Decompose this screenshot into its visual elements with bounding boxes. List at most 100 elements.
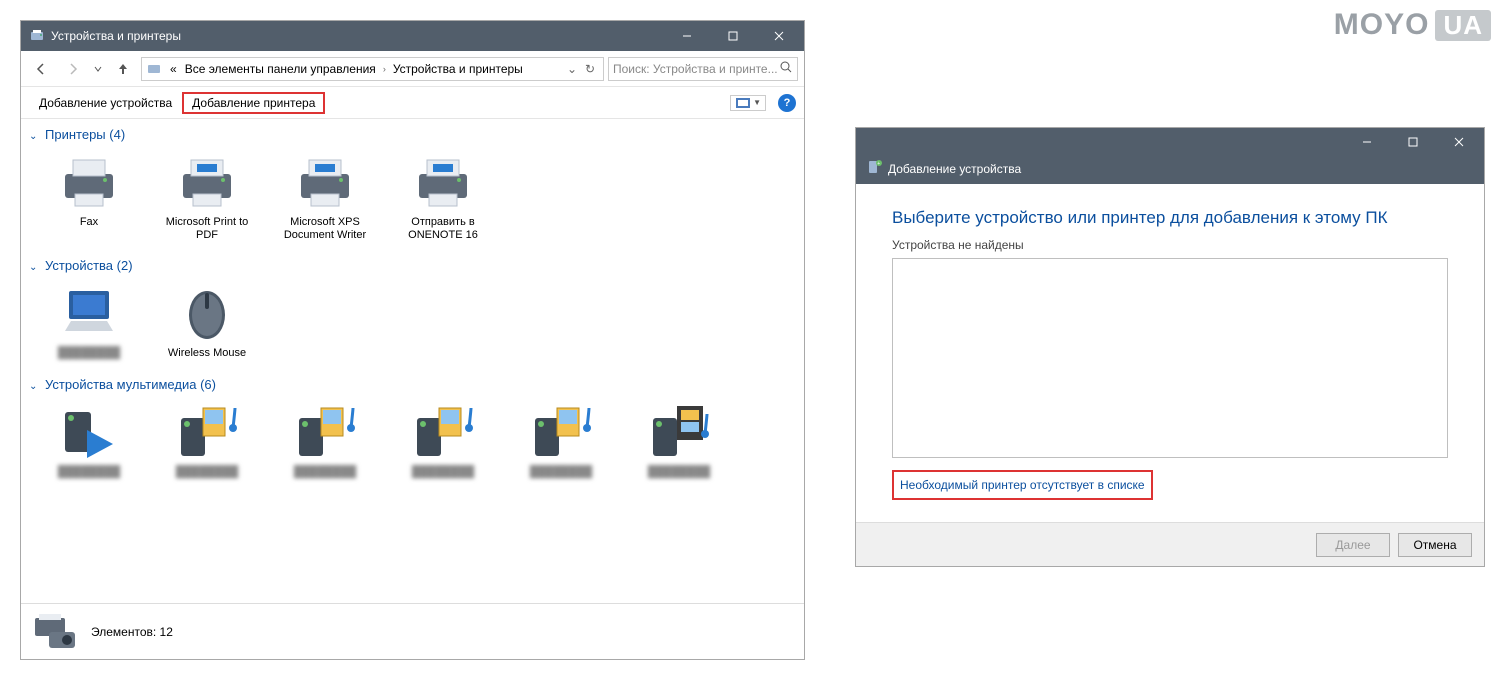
item-label: Wireless Mouse (168, 347, 246, 360)
media-item[interactable]: ████████ (629, 400, 729, 479)
refresh-icon[interactable]: ↻ (581, 62, 599, 76)
item-label: ████████ (294, 466, 356, 479)
dialog-title: Добавление устройства (888, 162, 1021, 176)
close-button[interactable] (756, 21, 802, 51)
item-label: ████████ (648, 466, 710, 479)
status-label: Элементов: (91, 625, 156, 639)
printers-grid: Fax Microsoft Print to PDF Microsoft XPS… (29, 144, 796, 252)
item-label: Microsoft Print to PDF (157, 216, 257, 242)
printer-item[interactable]: Microsoft XPS Document Writer (275, 150, 375, 242)
printer-icon (57, 150, 121, 214)
window-title: Устройства и принтеры (51, 29, 664, 43)
close-button[interactable] (1436, 128, 1482, 156)
media-server-icon (293, 400, 357, 464)
media-item[interactable]: ████████ (511, 400, 611, 479)
maximize-button[interactable] (710, 21, 756, 51)
history-dropdown[interactable] (91, 55, 105, 83)
media-item[interactable]: ████████ (157, 400, 257, 479)
item-label: Отправить в ONENOTE 16 (393, 216, 493, 242)
printer-item[interactable]: Fax (39, 150, 139, 242)
group-title-printers: Принтеры (4) (45, 127, 125, 142)
media-item[interactable]: ████████ (39, 400, 139, 479)
add-device-command[interactable]: Добавление устройства (29, 92, 182, 114)
printer-icon (293, 150, 357, 214)
search-input[interactable]: Поиск: Устройства и принте... (608, 57, 798, 81)
address-dropdown[interactable]: ⌄ (563, 62, 581, 76)
media-server-icon (529, 400, 593, 464)
view-options-button[interactable]: ▼ (730, 95, 766, 111)
dialog-body: Выберите устройство или принтер для доба… (856, 184, 1484, 522)
group-header-devices[interactable]: ⌄ Устройства (2) (29, 252, 796, 275)
dialog-titlebar: + Добавление устройства (856, 128, 1484, 184)
breadcrumb-2[interactable]: Устройства и принтеры (389, 62, 527, 76)
mouse-icon (175, 281, 239, 345)
chevron-down-icon: ⌄ (29, 262, 37, 273)
navigation-row: « Все элементы панели управления › Устро… (21, 51, 804, 87)
devices-grid: ████████ Wireless Mouse (29, 275, 796, 370)
item-label: ████████ (530, 466, 592, 479)
media-server-play-icon (57, 400, 121, 464)
item-label: ████████ (176, 466, 238, 479)
group-title-multimedia: Устройства мультимедиа (6) (45, 377, 216, 392)
maximize-button[interactable] (1390, 128, 1436, 156)
address-icon (146, 61, 162, 77)
brand-suffix: UA (1435, 10, 1491, 41)
minimize-button[interactable] (664, 21, 710, 51)
media-server-icon (411, 400, 475, 464)
device-listbox[interactable] (892, 258, 1448, 458)
media-server-film-icon (647, 400, 711, 464)
search-icon (779, 60, 793, 77)
content-area: ⌄ Принтеры (4) Fax Microsoft Print to PD… (21, 119, 804, 603)
chevron-down-icon: ⌄ (29, 131, 37, 142)
laptop-icon (57, 281, 121, 345)
media-item[interactable]: ████████ (393, 400, 493, 479)
minimize-button[interactable] (1344, 128, 1390, 156)
back-button[interactable] (27, 55, 55, 83)
printer-item[interactable]: Отправить в ONENOTE 16 (393, 150, 493, 242)
help-button[interactable]: ? (778, 94, 796, 112)
forward-button[interactable] (59, 55, 87, 83)
printer-missing-highlight: Необходимый принтер отсутствует в списке (892, 470, 1153, 500)
devices-printers-icon (29, 28, 45, 44)
cancel-button[interactable]: Отмена (1398, 533, 1472, 557)
item-label: Fax (80, 216, 98, 229)
command-bar: Добавление устройства Добавление принтер… (21, 87, 804, 119)
status-bar: Элементов: 12 (21, 603, 804, 659)
item-label: Microsoft XPS Document Writer (275, 216, 375, 242)
search-placeholder: Поиск: Устройства и принте... (613, 62, 779, 76)
group-title-devices: Устройства (2) (45, 258, 133, 273)
item-label: ████████ (58, 347, 120, 360)
dialog-subtext: Устройства не найдены (892, 238, 1448, 252)
group-header-multimedia[interactable]: ⌄ Устройства мультимедиа (6) (29, 371, 796, 394)
group-header-printers[interactable]: ⌄ Принтеры (4) (29, 121, 796, 144)
multimedia-grid: ████████ ████████ ████████ ████████ (29, 394, 796, 489)
next-button[interactable]: Далее (1316, 533, 1390, 557)
printer-item[interactable]: Microsoft Print to PDF (157, 150, 257, 242)
dialog-footer: Далее Отмена (856, 522, 1484, 566)
device-item[interactable]: ████████ (39, 281, 139, 360)
status-count: 12 (160, 625, 173, 639)
chevron-right-icon: › (380, 64, 389, 74)
printer-icon (411, 150, 475, 214)
breadcrumb-1[interactable]: Все элементы панели управления (181, 62, 380, 76)
add-printer-command[interactable]: Добавление принтера (182, 92, 325, 114)
svg-text:+: + (877, 161, 880, 167)
devices-camera-icon (31, 612, 79, 652)
add-device-icon: + (866, 159, 882, 178)
printer-icon (175, 150, 239, 214)
brand-logo: MOYO UA (1334, 8, 1491, 42)
printer-not-listed-link[interactable]: Необходимый принтер отсутствует в списке (900, 478, 1145, 492)
address-bar[interactable]: « Все элементы панели управления › Устро… (141, 57, 604, 81)
up-button[interactable] (109, 55, 137, 83)
media-item[interactable]: ████████ (275, 400, 375, 479)
breadcrumb-prefix: « (166, 62, 181, 76)
titlebar: Устройства и принтеры (21, 21, 804, 51)
media-server-icon (175, 400, 239, 464)
devices-printers-window: Устройства и принтеры « Все элементы пан… (20, 20, 805, 660)
dialog-heading: Выберите устройство или принтер для доба… (892, 208, 1448, 228)
brand-text: MOYO (1334, 8, 1430, 42)
device-item[interactable]: Wireless Mouse (157, 281, 257, 360)
add-device-dialog: + Добавление устройства Выберите устройс… (855, 127, 1485, 567)
chevron-down-icon: ⌄ (29, 381, 37, 392)
item-label: ████████ (58, 466, 120, 479)
